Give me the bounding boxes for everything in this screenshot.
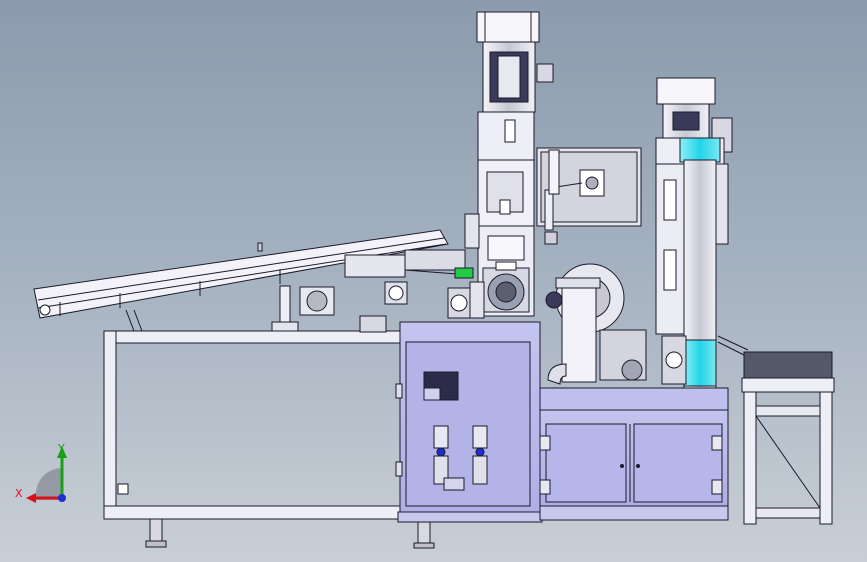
inclined-conveyor bbox=[33, 229, 474, 333]
lower-cabinet bbox=[539, 387, 729, 521]
y-axis-label: Y bbox=[57, 442, 65, 455]
side-table bbox=[741, 351, 835, 525]
left-base-frame bbox=[103, 330, 435, 549]
machine-drawing: Y X bbox=[15, 11, 835, 549]
x-axis-label: X bbox=[15, 487, 23, 500]
monitor-arm bbox=[536, 147, 642, 245]
xyz-triad-icon: Y X bbox=[15, 442, 67, 503]
main-cabinet bbox=[395, 321, 543, 523]
motor-tower-right bbox=[655, 77, 749, 391]
cad-viewport[interactable]: Y X bbox=[0, 0, 867, 562]
